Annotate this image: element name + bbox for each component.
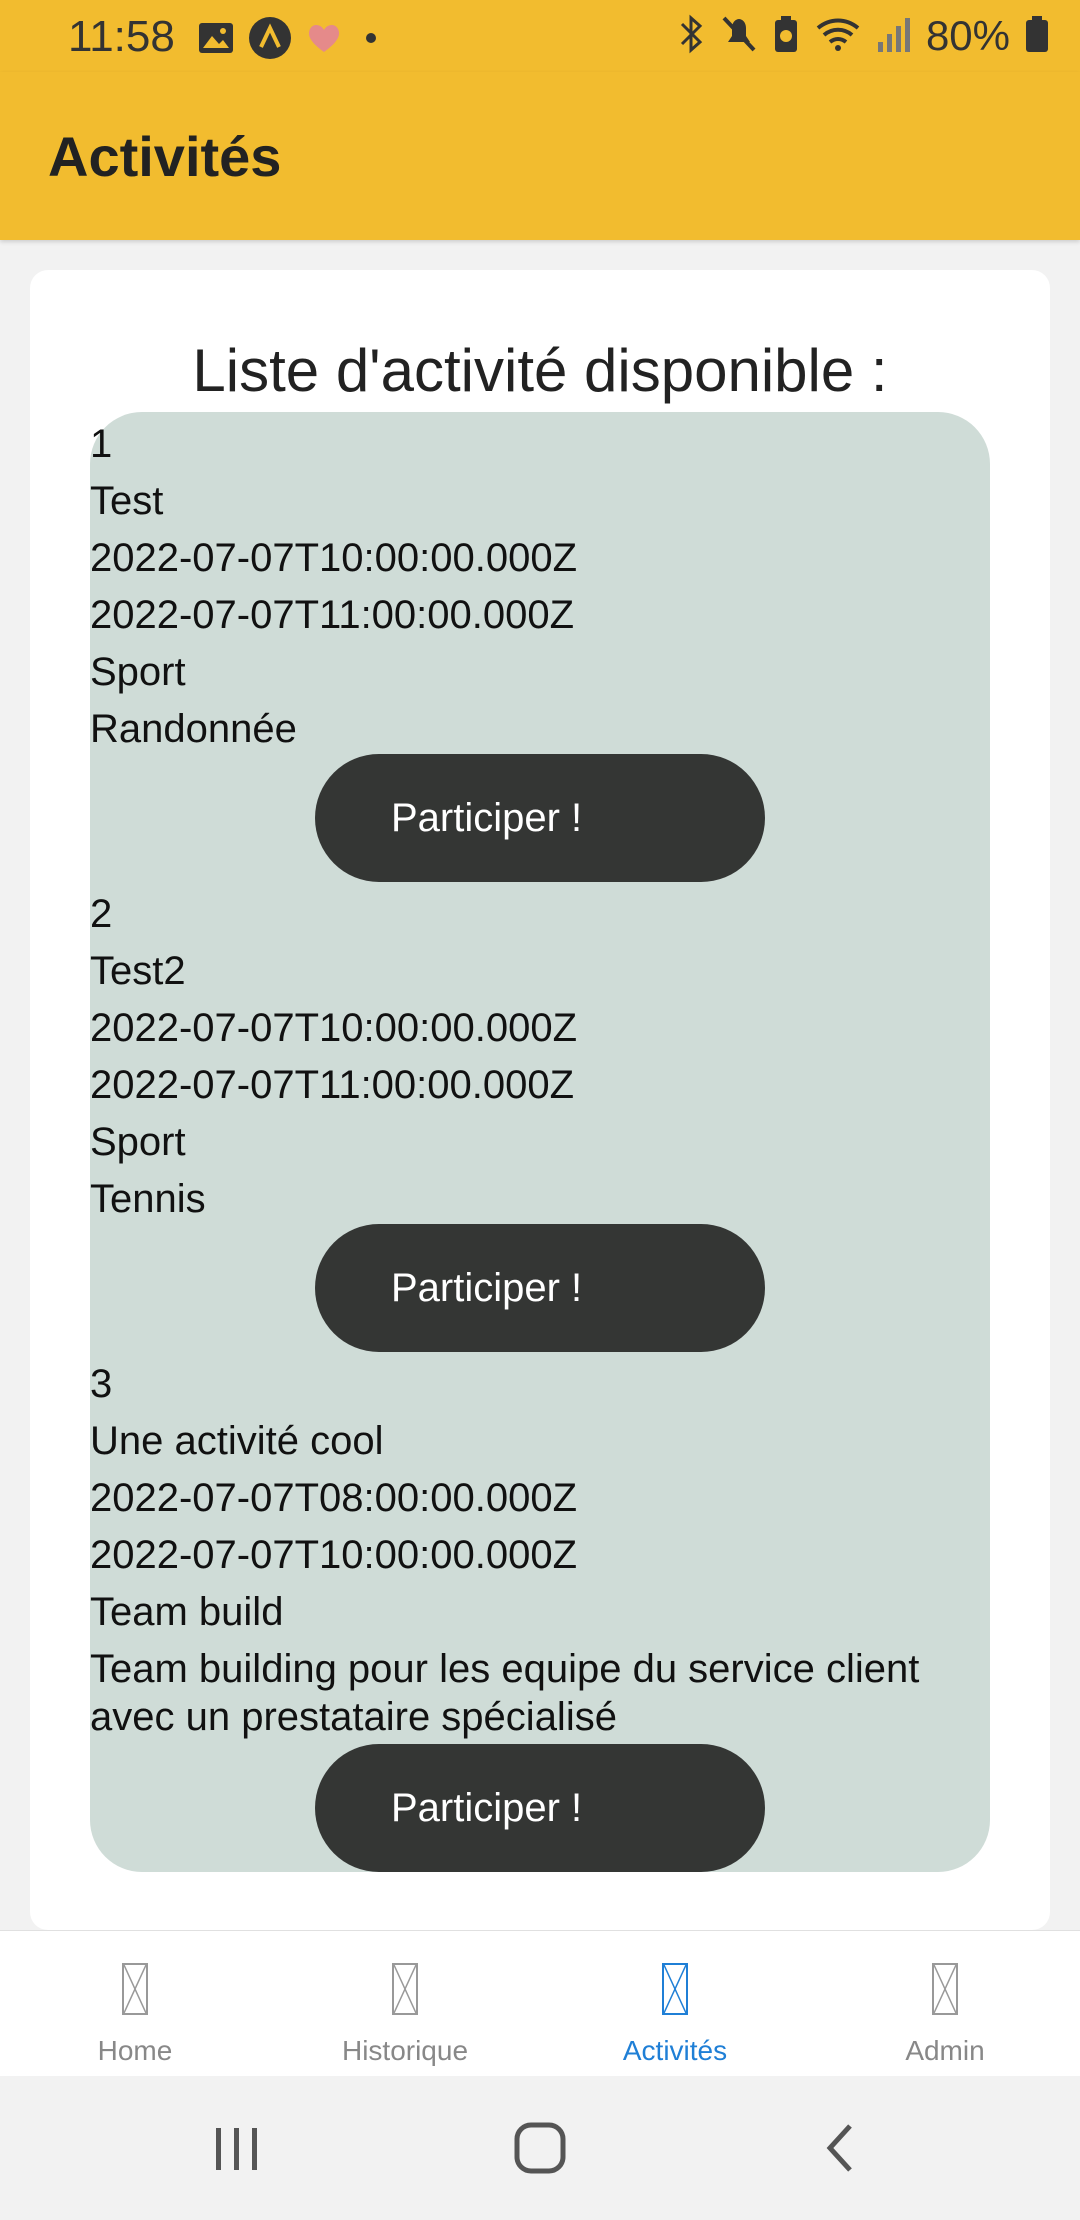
signal-icon (876, 14, 912, 59)
activity-category: Team build (90, 1590, 284, 1634)
status-time: 11:58 (68, 12, 175, 61)
activity-start: 2022-07-07T08:00:00.000Z (90, 1476, 578, 1520)
battery-icon (1024, 14, 1050, 59)
app-icon (248, 16, 292, 65)
participate-button[interactable]: Participer ! (315, 1224, 765, 1352)
list-title: Liste d'activité disponible : (192, 337, 888, 404)
admin-icon (932, 1963, 958, 2015)
activity-name: Une activité cool (90, 1419, 384, 1463)
tab-label: Admin (905, 2035, 985, 2066)
dot-icon (356, 23, 386, 58)
home-nav-icon[interactable] (512, 2120, 568, 2181)
page-title: Activités (48, 125, 282, 188)
activity-category: Sport (90, 650, 186, 694)
activity-description: Tennis (90, 1177, 206, 1221)
battery-percent: 80% (925, 12, 1010, 59)
status-left-icons (198, 16, 386, 65)
system-nav-bar (0, 2076, 1080, 2220)
activity-id: 2 (90, 892, 113, 936)
activity-id: 3 (90, 1362, 113, 1406)
image-icon (198, 22, 234, 59)
participate-button[interactable]: Participer ! (315, 754, 765, 882)
tab-label: Historique (341, 2035, 469, 2066)
content-card: Liste d'activité disponible : 1 Test 202… (30, 270, 1050, 1930)
back-nav-icon[interactable] (820, 2120, 860, 2181)
tab-label: Activités (622, 2035, 728, 2066)
home-icon (122, 1963, 148, 2015)
wifi-icon (814, 14, 862, 59)
recent-apps-icon[interactable] (212, 2124, 262, 2179)
battery-saver-icon (772, 14, 800, 59)
mute-icon (720, 14, 758, 59)
tab-label: Home (97, 2035, 173, 2066)
tab-admin[interactable]: Admin (810, 1931, 1080, 2077)
activity-description: Randonnée (90, 707, 297, 751)
activity-id: 1 (90, 422, 113, 466)
activity-list: 1 Test 2022-07-07T10:00:00.000Z 2022-07-… (90, 412, 990, 1872)
status-right-icons: 80% (676, 12, 1050, 60)
activity-end: 2022-07-07T11:00:00.000Z (90, 1063, 575, 1107)
history-icon (392, 1963, 418, 2015)
tab-historique[interactable]: Historique (270, 1931, 540, 2077)
activity-description: Team building pour les equipe du service… (90, 1647, 920, 1739)
activity-end: 2022-07-07T10:00:00.000Z (90, 1533, 578, 1577)
participate-button[interactable]: Participer ! (315, 1744, 765, 1872)
heart-icon (306, 22, 342, 59)
bottom-tab-bar: Home Historique Activités Admin (0, 1930, 1080, 2077)
activity-start: 2022-07-07T10:00:00.000Z (90, 536, 578, 580)
activity-category: Sport (90, 1120, 186, 1164)
app-header: Activités (0, 72, 1080, 240)
tab-home[interactable]: Home (0, 1931, 270, 2077)
bluetooth-icon (676, 14, 706, 59)
activity-start: 2022-07-07T10:00:00.000Z (90, 1006, 578, 1050)
activity-end: 2022-07-07T11:00:00.000Z (90, 593, 575, 637)
status-bar: 11:58 80% (0, 0, 1080, 72)
tab-activites[interactable]: Activités (540, 1931, 810, 2077)
activities-icon (662, 1963, 688, 2015)
activity-name: Test (90, 479, 164, 523)
activity-name: Test2 (90, 949, 186, 993)
